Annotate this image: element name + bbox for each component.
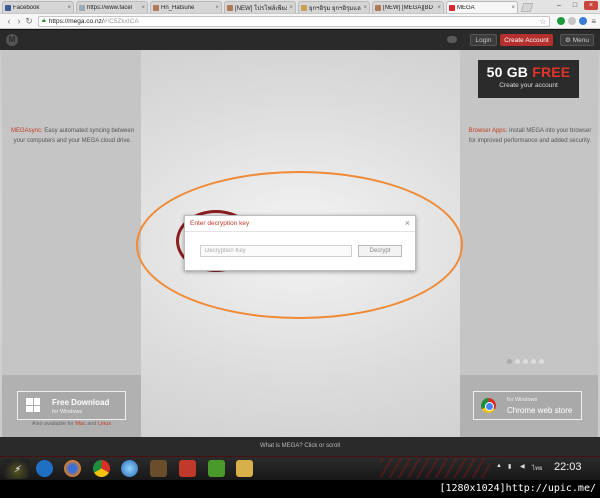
mega-page: MEGAsync: Easy automated syncing between… <box>0 50 600 437</box>
decryption-key-input[interactable] <box>200 245 352 257</box>
extension-gray-icon[interactable] <box>568 17 577 25</box>
mega-favicon-icon <box>449 4 455 11</box>
upic-watermark: [1280x1024]http://upic.me/ <box>0 480 600 498</box>
menu-button[interactable]: ⚙ Menu <box>560 34 594 46</box>
avatar-favicon-icon <box>375 4 381 11</box>
reload-icon[interactable]: ↻ <box>24 16 34 27</box>
tab-mega[interactable]: MEGA × <box>446 1 518 13</box>
tray-flag-icon[interactable]: ▲ <box>496 463 502 469</box>
tab-new-profile[interactable]: [NEW] โปรโฟล์เพียง × <box>224 1 296 13</box>
free-download-button[interactable]: Free Download for Windows <box>17 391 126 420</box>
folder-icon[interactable] <box>236 460 253 477</box>
browser-apps-description: Browser Apps: Install MEGA into your bro… <box>468 128 592 144</box>
media-player-icon[interactable] <box>150 460 167 477</box>
minimize-icon[interactable]: – <box>552 1 566 10</box>
tab-facebook[interactable]: Facebook × <box>2 1 74 13</box>
screenshot-root: Facebook × https://www.facel × Hn_Hatsune ×… <box>0 0 600 498</box>
close-tab-icon[interactable]: × <box>363 5 367 11</box>
back-arrow-icon[interactable]: ‹ <box>4 16 14 26</box>
taskbar-clock[interactable]: 22:03 <box>554 461 582 473</box>
lock-icon: 🔒︎ <box>42 17 46 24</box>
ie-icon[interactable] <box>36 460 53 477</box>
create-account-button[interactable]: Create Account <box>500 34 553 46</box>
tab-new-mega-bd[interactable]: [NEW] [MEGA][BD × <box>372 1 444 13</box>
close-tab-icon[interactable]: × <box>67 5 71 11</box>
chrome-logo-icon <box>481 398 496 413</box>
carousel-dot[interactable] <box>531 359 536 364</box>
carousel-dot[interactable] <box>539 359 544 364</box>
right-panel <box>460 50 598 437</box>
cloud-icon[interactable] <box>447 36 457 43</box>
decrypt-button[interactable]: Decrypt <box>358 245 402 257</box>
tab-hn-hatsune[interactable]: Hn_Hatsune × <box>150 1 222 13</box>
also-available-text: Also available for Mac and Linux <box>31 421 112 427</box>
tray-network-icon[interactable]: ▮ <box>508 463 511 470</box>
login-button[interactable]: Login <box>470 34 497 46</box>
carousel-dot[interactable] <box>507 359 512 364</box>
close-tab-icon[interactable]: × <box>511 5 515 11</box>
maximize-icon[interactable]: □ <box>568 1 582 10</box>
new-tab-button[interactable] <box>520 3 534 12</box>
window-controls: – □ × <box>552 1 598 10</box>
what-is-mega-link[interactable]: What is MEGA? Click or scroll <box>0 437 600 456</box>
menu-label: Menu <box>572 37 589 44</box>
firefox-icon[interactable] <box>64 460 81 477</box>
chrome-icon[interactable] <box>93 460 110 477</box>
avatar-favicon-icon <box>153 4 159 11</box>
megasync-link[interactable]: MEGAsync: <box>11 128 43 134</box>
linux-link[interactable]: Linux <box>98 421 111 427</box>
mega-header: M Login Create Account ⚙ Menu <box>0 30 600 50</box>
close-window-icon[interactable]: × <box>584 1 598 10</box>
close-tab-icon[interactable]: × <box>289 5 293 11</box>
browser-apps-link[interactable]: Browser Apps: <box>469 128 508 134</box>
bookmark-star-icon[interactable]: ☆ <box>539 17 546 26</box>
close-tab-icon[interactable]: × <box>437 5 441 11</box>
close-dialog-icon[interactable]: × <box>405 218 410 228</box>
decryption-key-dialog: Enter decryption key × Decrypt <box>184 215 416 271</box>
address-bar[interactable]: 🔒︎ https://mega.co.nz/#!C5ZkxICA ☆ <box>38 15 551 27</box>
dialog-title: Enter decryption key <box>190 220 250 227</box>
start-button[interactable]: ⚡︎ <box>4 459 30 479</box>
windows-taskbar: ⚡︎ ▲ ▮ ◀︎ ไทย 22:03 <box>0 456 600 480</box>
mac-link[interactable]: Mac <box>75 421 85 427</box>
forum-favicon-icon <box>301 4 307 11</box>
carousel-dot[interactable] <box>515 359 520 364</box>
free-storage-promo[interactable]: 50 GB FREE Create your account <box>478 60 579 98</box>
browser-menu-icon[interactable]: ≡ <box>591 17 596 26</box>
browser-tab-strip: Facebook × https://www.facel × Hn_Hatsune ×… <box>0 0 600 14</box>
close-tab-icon[interactable]: × <box>141 5 145 11</box>
bag-icon[interactable] <box>179 460 196 477</box>
loading-favicon-icon <box>79 4 85 11</box>
forward-arrow-icon[interactable]: › <box>14 16 24 26</box>
extension-green-icon[interactable] <box>557 17 566 25</box>
extension-blue-icon[interactable] <box>579 17 588 25</box>
carousel-dots <box>507 359 544 364</box>
messenger-icon[interactable] <box>121 460 138 477</box>
avatar-favicon-icon <box>227 4 233 11</box>
url-hash-text: #!C5ZkxICA <box>103 17 139 25</box>
mega-logo-icon[interactable]: M <box>6 34 18 46</box>
chrome-web-store-button[interactable]: for Windows Chrome web store <box>473 391 582 420</box>
facebook-favicon-icon <box>5 4 11 11</box>
megasync-description: MEGAsync: Easy automated syncing between… <box>10 128 135 144</box>
close-tab-icon[interactable]: × <box>215 5 219 11</box>
left-panel <box>2 50 141 437</box>
utorrent-icon[interactable] <box>208 460 225 477</box>
tab-facebook-url[interactable]: https://www.facel × <box>76 1 148 13</box>
tray-volume-icon[interactable]: ◀︎ <box>520 463 525 470</box>
windows-logo-icon <box>26 398 40 412</box>
tab-thai-forum[interactable]: ยุกฯอิรุม ยุกฯอิรุมและ × <box>298 1 370 13</box>
url-text: https://mega.co.nz/ <box>48 17 104 25</box>
language-indicator[interactable]: ไทย <box>532 463 543 473</box>
browser-toolbar: ‹ › ↻ 🔒︎ https://mega.co.nz/#!C5ZkxICA ☆… <box>0 14 600 29</box>
carousel-dot[interactable] <box>523 359 528 364</box>
